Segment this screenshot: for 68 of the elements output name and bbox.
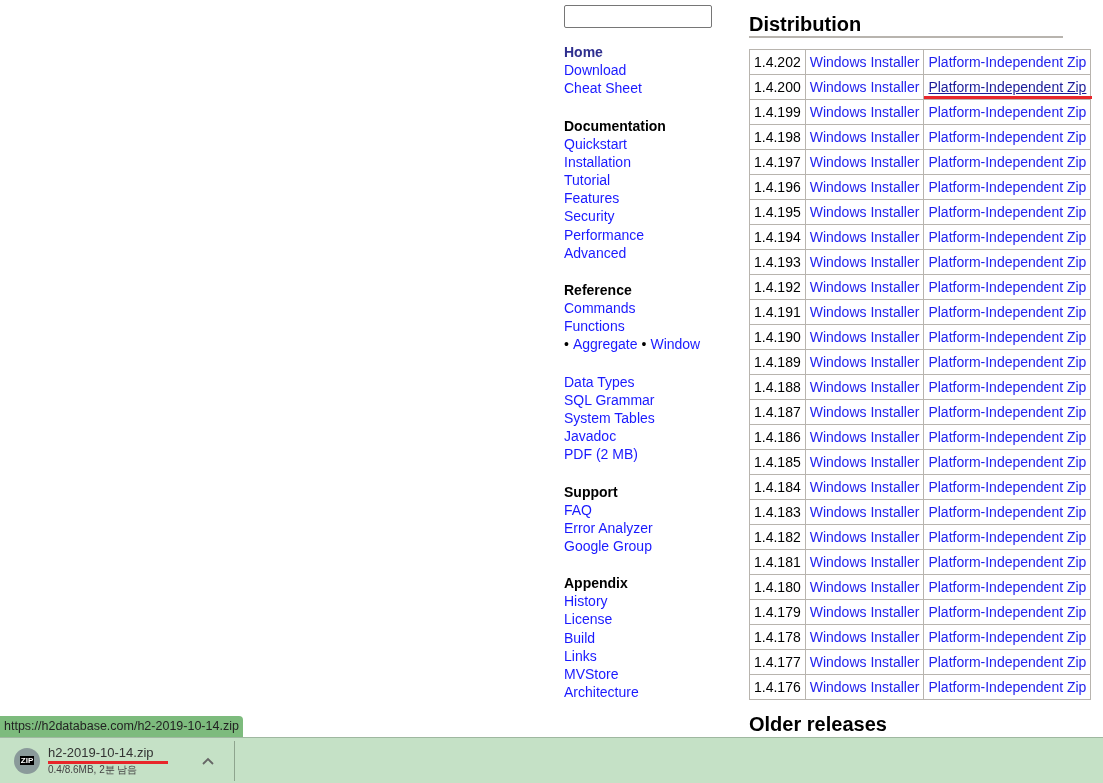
nav-link[interactable]: Architecture <box>564 683 639 702</box>
version-cell: 1.4.189 <box>749 349 806 375</box>
version-cell: 1.4.192 <box>749 274 806 300</box>
section-heading: Reference <box>564 281 632 300</box>
nav-link[interactable]: System Tables <box>564 409 655 428</box>
section-title: Older releases <box>749 714 888 736</box>
version-cell: 1.4.187 <box>749 399 806 425</box>
version-cell: 1.4.177 <box>749 649 806 675</box>
nav-link[interactable]: Links <box>564 646 597 666</box>
version-cell: 1.4.179 <box>749 599 806 625</box>
nav-link[interactable]: Commands <box>564 299 636 318</box>
nav-link[interactable]: History <box>564 592 608 611</box>
nav-link[interactable]: Data Types <box>564 372 635 391</box>
nav-link[interactable]: FAQ <box>564 500 592 519</box>
download-status-text: 0.4/8.6MB, 2분 남음 <box>48 764 139 776</box>
caret-icon[interactable] <box>202 756 214 765</box>
version-cell: 1.4.184 <box>749 474 806 500</box>
status-url: https://h2database.com/h2-2019-10-14.zip <box>0 716 243 737</box>
version-cell: 1.4.191 <box>749 299 806 325</box>
version-cell: 1.4.199 <box>749 99 806 125</box>
bullet: • <box>641 335 647 354</box>
section-heading: Support <box>564 482 618 501</box>
nav-link[interactable]: Google Group <box>564 537 652 556</box>
version-cell: 1.4.202 <box>749 49 806 75</box>
nav-link[interactable]: Build <box>564 628 596 647</box>
version-cell: 1.4.188 <box>749 374 806 400</box>
section-heading: Documentation <box>564 116 666 135</box>
nav-link[interactable]: Window <box>650 335 701 354</box>
version-cell: 1.4.194 <box>749 224 806 250</box>
nav-link[interactable]: Aggregate <box>572 335 638 354</box>
version-cell: 1.4.181 <box>749 549 806 575</box>
nav-link[interactable]: License <box>564 610 613 629</box>
nav-link[interactable]: Home <box>564 43 603 62</box>
version-cell: 1.4.193 <box>749 249 806 275</box>
version-cell: 1.4.200 <box>749 74 806 100</box>
nav-link[interactable]: Features <box>564 189 620 208</box>
nav-link[interactable]: PDF (2 MB) <box>564 445 638 464</box>
version-cell: 1.4.180 <box>749 574 806 600</box>
version-cell: 1.4.176 <box>749 674 806 700</box>
version-cell: 1.4.196 <box>749 174 806 200</box>
version-cell: 1.4.182 <box>749 524 806 550</box>
icon-label: ZIP <box>19 756 35 765</box>
version-cell: 1.4.190 <box>749 324 806 350</box>
nav-link[interactable]: Tutorial <box>564 171 611 190</box>
version-cell: 1.4.185 <box>749 449 806 475</box>
nav-link[interactable]: Quickstart <box>564 134 627 153</box>
nav-link[interactable]: Download <box>564 61 627 80</box>
nav-link[interactable]: Error Analyzer <box>564 518 653 538</box>
version-cell: 1.4.198 <box>749 124 806 150</box>
nav-link[interactable]: Javadoc <box>564 427 617 446</box>
nav-link[interactable]: Functions <box>564 317 625 336</box>
version-cell: 1.4.197 <box>749 149 806 175</box>
section-title: Distribution <box>749 14 1063 38</box>
nav-link[interactable]: MVStore <box>564 665 619 684</box>
version-cell: 1.4.178 <box>749 624 806 650</box>
version-cell: 1.4.195 <box>749 199 806 225</box>
download-filename[interactable]: h2-2019-10-14.zip <box>48 745 168 764</box>
nav-link[interactable]: SQL Grammar <box>564 390 655 410</box>
bullet: • <box>564 335 569 354</box>
version-cell: 1.4.183 <box>749 499 806 525</box>
version-cell: 1.4.186 <box>749 424 806 450</box>
nav-link[interactable]: Security <box>564 207 615 226</box>
search-field[interactable] <box>564 5 712 28</box>
nav-link[interactable]: Advanced <box>564 243 627 263</box>
section-heading: Appendix <box>564 574 628 593</box>
nav-link[interactable]: Performance <box>564 225 645 244</box>
nav-link[interactable]: Installation <box>564 152 631 171</box>
nav-link[interactable]: Cheat Sheet <box>564 79 642 98</box>
